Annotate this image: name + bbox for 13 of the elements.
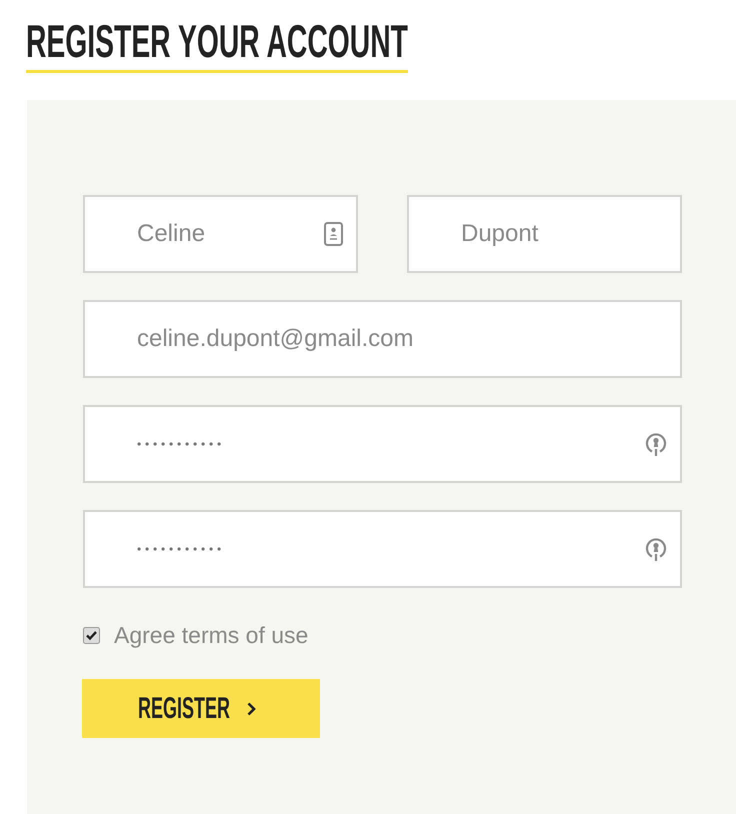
email-field[interactable]: celine.dupont@gmail.com [83, 300, 682, 378]
confirm-password-field[interactable]: ••••••••••• [83, 510, 682, 588]
password-field[interactable]: ••••••••••• [83, 405, 682, 483]
checkbox-label: Agree terms of use [114, 622, 308, 649]
contact-card-icon [324, 222, 343, 246]
register-button[interactable]: REGISTER [82, 679, 320, 738]
agree-checkbox[interactable] [83, 627, 100, 644]
keyhole-icon [645, 536, 667, 562]
page-title: REGISTER YOUR ACCOUNT [26, 18, 408, 73]
chevron-right-icon [247, 702, 256, 716]
keyhole-icon [645, 431, 667, 457]
first-name-field[interactable]: Celine [83, 195, 358, 273]
last-name-field[interactable]: Dupont [407, 195, 682, 273]
